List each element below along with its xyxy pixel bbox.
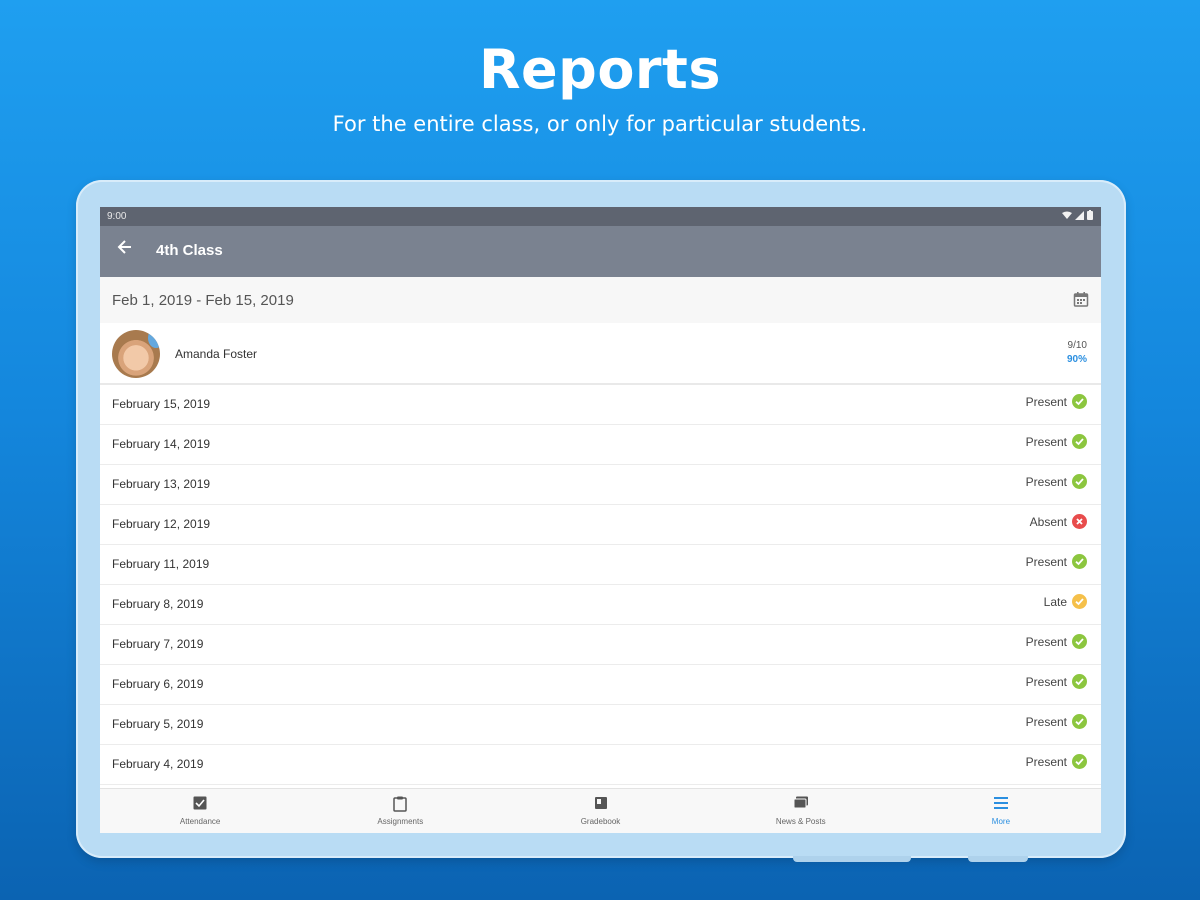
attendance-status: Present (1026, 434, 1087, 449)
promo-title: Reports (478, 38, 722, 101)
attendance-status: Present (1026, 554, 1087, 569)
status-label: Present (1025, 754, 1067, 769)
check-circle-icon (1072, 714, 1087, 729)
attendance-row[interactable]: February 4, 2019 Present (100, 745, 1101, 785)
nav-label: News & Posts (775, 817, 826, 826)
score-fraction: 9/10 (1067, 340, 1087, 351)
attendance-date: February 5, 2019 (112, 717, 204, 731)
tablet-button (968, 856, 1028, 862)
attendance-status: Absent (1030, 514, 1087, 529)
attendance-date: February 11, 2019 (112, 557, 210, 571)
attendance-score: 9/10 90% (1067, 339, 1087, 367)
avatar (112, 330, 160, 378)
check-circle-icon (1072, 674, 1087, 689)
attendance-status: Present (1026, 394, 1087, 409)
nav-label: More (991, 817, 1011, 826)
battery-icon (1087, 210, 1093, 220)
status-label: Late (1043, 594, 1067, 609)
attendance-row[interactable]: February 14, 2019 Present (100, 425, 1101, 465)
book-icon (594, 796, 608, 815)
attendance-date: February 12, 2019 (112, 517, 211, 531)
attendance-row[interactable]: February 8, 2019 Late (100, 585, 1101, 625)
attendance-row[interactable]: February 6, 2019 Present (100, 665, 1101, 705)
attendance-row[interactable]: February 13, 2019 Present (100, 465, 1101, 505)
attendance-date: February 7, 2019 (112, 637, 204, 651)
check-circle-icon (1072, 474, 1087, 489)
check-circle-icon (1072, 554, 1087, 569)
device-screen: 9:00 4th Class Feb 1, 2019 - Feb 15, 201… (100, 207, 1101, 833)
attendance-status: Present (1026, 474, 1087, 489)
back-button[interactable] (116, 238, 134, 262)
attendance-date: February 4, 2019 (112, 757, 204, 771)
calendar-icon (1073, 292, 1089, 307)
bottom-navigation: Attendance Assignments Gradebook News & Pos… (100, 788, 1101, 833)
student-summary[interactable]: Amanda Foster 9/10 90% (100, 323, 1101, 385)
checkbox-icon (193, 796, 207, 815)
attendance-list: February 15, 2019 Present February 14, 201… (100, 385, 1101, 785)
attendance-status: Present (1026, 754, 1087, 769)
status-label: Present (1025, 634, 1067, 649)
date-range-selector[interactable]: Feb 1, 2019 - Feb 15, 2019 (100, 277, 1101, 324)
nav-label: Attendance (179, 817, 221, 826)
date-range-text: Feb 1, 2019 - Feb 15, 2019 (112, 292, 294, 309)
attendance-date: February 8, 2019 (112, 597, 204, 611)
app-bar: 4th Class (100, 226, 1101, 277)
nav-label: Assignments (377, 817, 424, 826)
attendance-row[interactable]: February 7, 2019 Present (100, 625, 1101, 665)
status-time: 9:00 (107, 211, 127, 222)
status-label: Present (1025, 674, 1067, 689)
attendance-row[interactable]: February 5, 2019 Present (100, 705, 1101, 745)
attendance-status: Present (1026, 674, 1087, 689)
attendance-date: February 14, 2019 (112, 437, 211, 451)
nav-item-gradebook[interactable]: Gradebook (500, 789, 700, 833)
promo-subtitle: For the entire class, or only for partic… (332, 112, 868, 136)
check-circle-icon (1072, 434, 1087, 449)
status-label: Present (1025, 554, 1067, 569)
status-label: Absent (1029, 514, 1067, 529)
attendance-status: Late (1044, 594, 1087, 609)
attendance-row[interactable]: February 15, 2019 Present (100, 385, 1101, 425)
score-percent: 90% (1066, 354, 1087, 365)
attendance-date: February 15, 2019 (112, 397, 211, 411)
system-icons (1062, 210, 1093, 220)
attendance-row[interactable]: February 12, 2019 Absent (100, 505, 1101, 545)
status-label: Present (1025, 474, 1067, 489)
nav-item-more[interactable]: More (901, 789, 1101, 833)
check-circle-icon (1072, 594, 1087, 609)
wifi-icon (1062, 211, 1072, 219)
nav-item-attendance[interactable]: Attendance (100, 789, 300, 833)
nav-item-assignments[interactable]: Assignments (300, 789, 500, 833)
signal-icon (1075, 210, 1084, 220)
nav-item-news-posts[interactable]: News & Posts (701, 789, 901, 833)
status-bar: 9:00 (100, 207, 1101, 226)
menu-icon (993, 796, 1009, 815)
x-circle-icon (1072, 514, 1087, 529)
posts-icon (793, 796, 809, 815)
status-label: Present (1025, 434, 1067, 449)
status-label: Present (1025, 394, 1067, 409)
clipboard-icon (393, 796, 408, 817)
student-name: Amanda Foster (175, 347, 258, 361)
calendar-button[interactable] (1073, 291, 1089, 312)
attendance-row[interactable]: February 11, 2019 Present (100, 545, 1101, 585)
tablet-button (793, 856, 911, 862)
check-circle-icon (1072, 754, 1087, 769)
arrow-left-icon (117, 240, 131, 254)
attendance-date: February 13, 2019 (112, 477, 211, 491)
attendance-date: February 6, 2019 (112, 677, 204, 691)
check-circle-icon (1072, 394, 1087, 409)
page-title: 4th Class (156, 242, 223, 259)
check-circle-icon (1072, 634, 1087, 649)
attendance-status: Present (1026, 714, 1087, 729)
nav-label: Gradebook (580, 817, 621, 826)
attendance-status: Present (1026, 634, 1087, 649)
status-label: Present (1025, 714, 1067, 729)
